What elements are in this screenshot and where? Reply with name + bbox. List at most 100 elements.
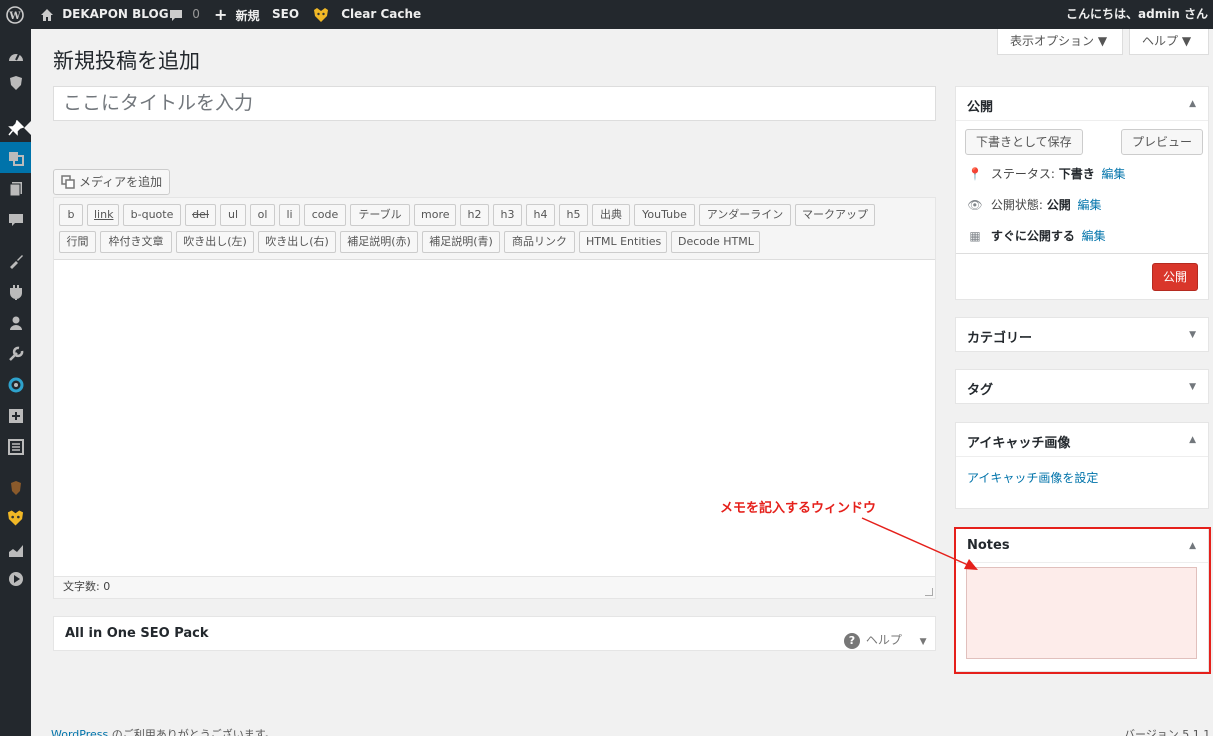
caret-down-icon[interactable]: ▼ [920,637,927,647]
qt-button[interactable]: del [185,204,216,226]
qt-button[interactable]: 行間 [59,231,96,253]
qt-button[interactable]: マークアップ [795,204,875,226]
clear-cache-link[interactable]: Clear Cache [313,0,421,29]
qt-button[interactable]: b-quote [123,204,181,226]
qt-button[interactable]: ol [250,204,275,226]
edit-status-link[interactable]: 編集 [1102,167,1126,181]
wordpress-link[interactable]: WordPress [51,728,108,736]
cheetah-icon [314,7,328,22]
tools-icon[interactable] [7,345,24,362]
featured-image-box-header[interactable]: アイキャッチ画像 ▲ [956,423,1208,457]
visibility-row: 👁 公開状態: 公開 編集 [967,198,1102,212]
qt-button[interactable]: テーブル [350,204,410,226]
category-box-title: カテゴリー [967,331,1033,346]
qt-button[interactable]: more [414,204,456,226]
post-editor: b link b-quote del ul ol li code テーブル mo… [53,197,936,599]
save-draft-button[interactable]: 下書きとして保存 [965,129,1083,155]
seo-help-link[interactable]: ? ヘルプ ▼ [844,631,927,649]
annotation-arrow-icon [861,517,978,570]
caret-down-icon[interactable]: ▼ [1189,330,1196,340]
qt-button[interactable]: h5 [559,204,588,226]
notes-box-header[interactable]: Notes ▲ [956,529,1208,563]
footer-version: バージョン 5.1.1 [1124,728,1211,736]
table-plugin-icon[interactable] [7,407,24,424]
footer-thanks: WordPress のご利用ありがとうございます。 [51,726,276,736]
category-box: カテゴリー ▼ [955,317,1209,352]
qt-button[interactable]: b [59,204,83,226]
qt-button[interactable]: 枠付き文章 [100,231,172,253]
tag-box-header[interactable]: タグ ▼ [956,370,1208,404]
seo-pack-title: All in One SEO Pack [65,626,209,641]
qt-button[interactable]: li [279,204,300,226]
shield-plugin-icon[interactable] [7,479,24,496]
edit-schedule-link[interactable]: 編集 [1082,229,1106,243]
edit-visibility-link[interactable]: 編集 [1078,198,1102,212]
comments-menu-icon[interactable] [7,211,24,228]
appearance-icon[interactable] [7,252,24,269]
tag-box: タグ ▼ [955,369,1209,404]
featured-image-box-title: アイキャッチ画像 [967,436,1071,451]
caret-up-icon[interactable]: ▲ [1189,99,1196,109]
screen-options-button[interactable]: 表示オプション ▼ [997,29,1123,55]
comments-link[interactable]: 0 [169,0,200,29]
play-icon[interactable] [7,570,24,587]
qt-button[interactable]: 出典 [592,204,630,226]
publish-button[interactable]: 公開 [1151,263,1198,291]
qt-button[interactable]: YouTube [634,204,695,226]
settings-swirl-icon[interactable] [7,376,24,393]
caret-up-icon[interactable]: ▲ [1189,541,1196,551]
dashboard-icon[interactable] [7,47,24,64]
post-title-input[interactable]: ここにタイトルを入力 [53,86,936,121]
site-name-link[interactable]: DEKAPON BLOG [40,0,169,29]
pin-icon[interactable] [7,119,24,136]
eye-icon: 👁 [967,198,983,212]
set-featured-image-link[interactable]: アイキャッチ画像を設定 [967,469,1098,486]
qt-button[interactable]: h4 [526,204,555,226]
qt-button[interactable]: アンダーライン [699,204,791,226]
caret-down-icon[interactable]: ▼ [1189,382,1196,392]
qt-button[interactable]: ul [220,204,246,226]
qt-button[interactable]: 吹き出し(左) [176,231,254,253]
my-account-link[interactable]: こんにちは、admin さん [1066,0,1213,29]
schedule-row: ▦ すぐに公開する 編集 [967,227,1106,244]
publish-box-header[interactable]: 公開 ▲ [956,87,1208,121]
wordpress-logo-icon[interactable]: W [6,0,24,29]
plugins-icon[interactable] [7,283,24,300]
qt-button[interactable]: HTML Entities [579,231,667,253]
category-box-header[interactable]: カテゴリー ▼ [956,318,1208,352]
media-add-icon [61,175,75,189]
word-count: 文字数: 0 [63,580,111,593]
qt-button[interactable]: 吹き出し(右) [258,231,336,253]
notes-textarea[interactable] [966,567,1197,659]
admin-side-menu [0,29,31,736]
new-content-link[interactable]: + 新規 [214,0,260,29]
help-circle-icon: ? [844,632,860,649]
users-icon[interactable] [7,314,24,331]
qt-button[interactable]: h2 [460,204,489,226]
cheetah-menu-icon[interactable] [7,509,24,526]
help-tab-button[interactable]: ヘルプ ▼ [1129,29,1209,55]
qt-button[interactable]: 補足説明(赤) [340,231,418,253]
editor-status-bar: 文字数: 0 [54,576,935,598]
featured-image-box: アイキャッチ画像 ▲ アイキャッチ画像を設定 [955,422,1209,509]
editor-textarea[interactable] [54,260,935,576]
qt-button[interactable]: Decode HTML [671,231,760,253]
qt-button[interactable]: 補足説明(青) [422,231,500,253]
caret-up-icon[interactable]: ▲ [1189,435,1196,445]
pages-icon[interactable] [7,180,24,197]
seo-menu-link[interactable]: SEO [272,0,299,29]
list-icon[interactable] [7,438,24,455]
resize-handle[interactable] [925,588,933,596]
svg-text:W: W [8,11,21,22]
media-icon[interactable] [7,149,24,166]
qt-button[interactable]: h3 [493,204,522,226]
shield-icon[interactable] [7,74,24,91]
chart-icon[interactable] [7,541,24,558]
tag-box-title: タグ [967,383,994,398]
qt-button[interactable]: link [87,204,119,226]
preview-button[interactable]: プレビュー [1121,129,1204,155]
qt-button[interactable]: 商品リンク [504,231,575,253]
add-media-button[interactable]: メディアを追加 [53,169,171,195]
qt-button[interactable]: code [304,204,346,226]
seo-pack-box: All in One SEO Pack ? ヘルプ ▼ [53,616,936,651]
